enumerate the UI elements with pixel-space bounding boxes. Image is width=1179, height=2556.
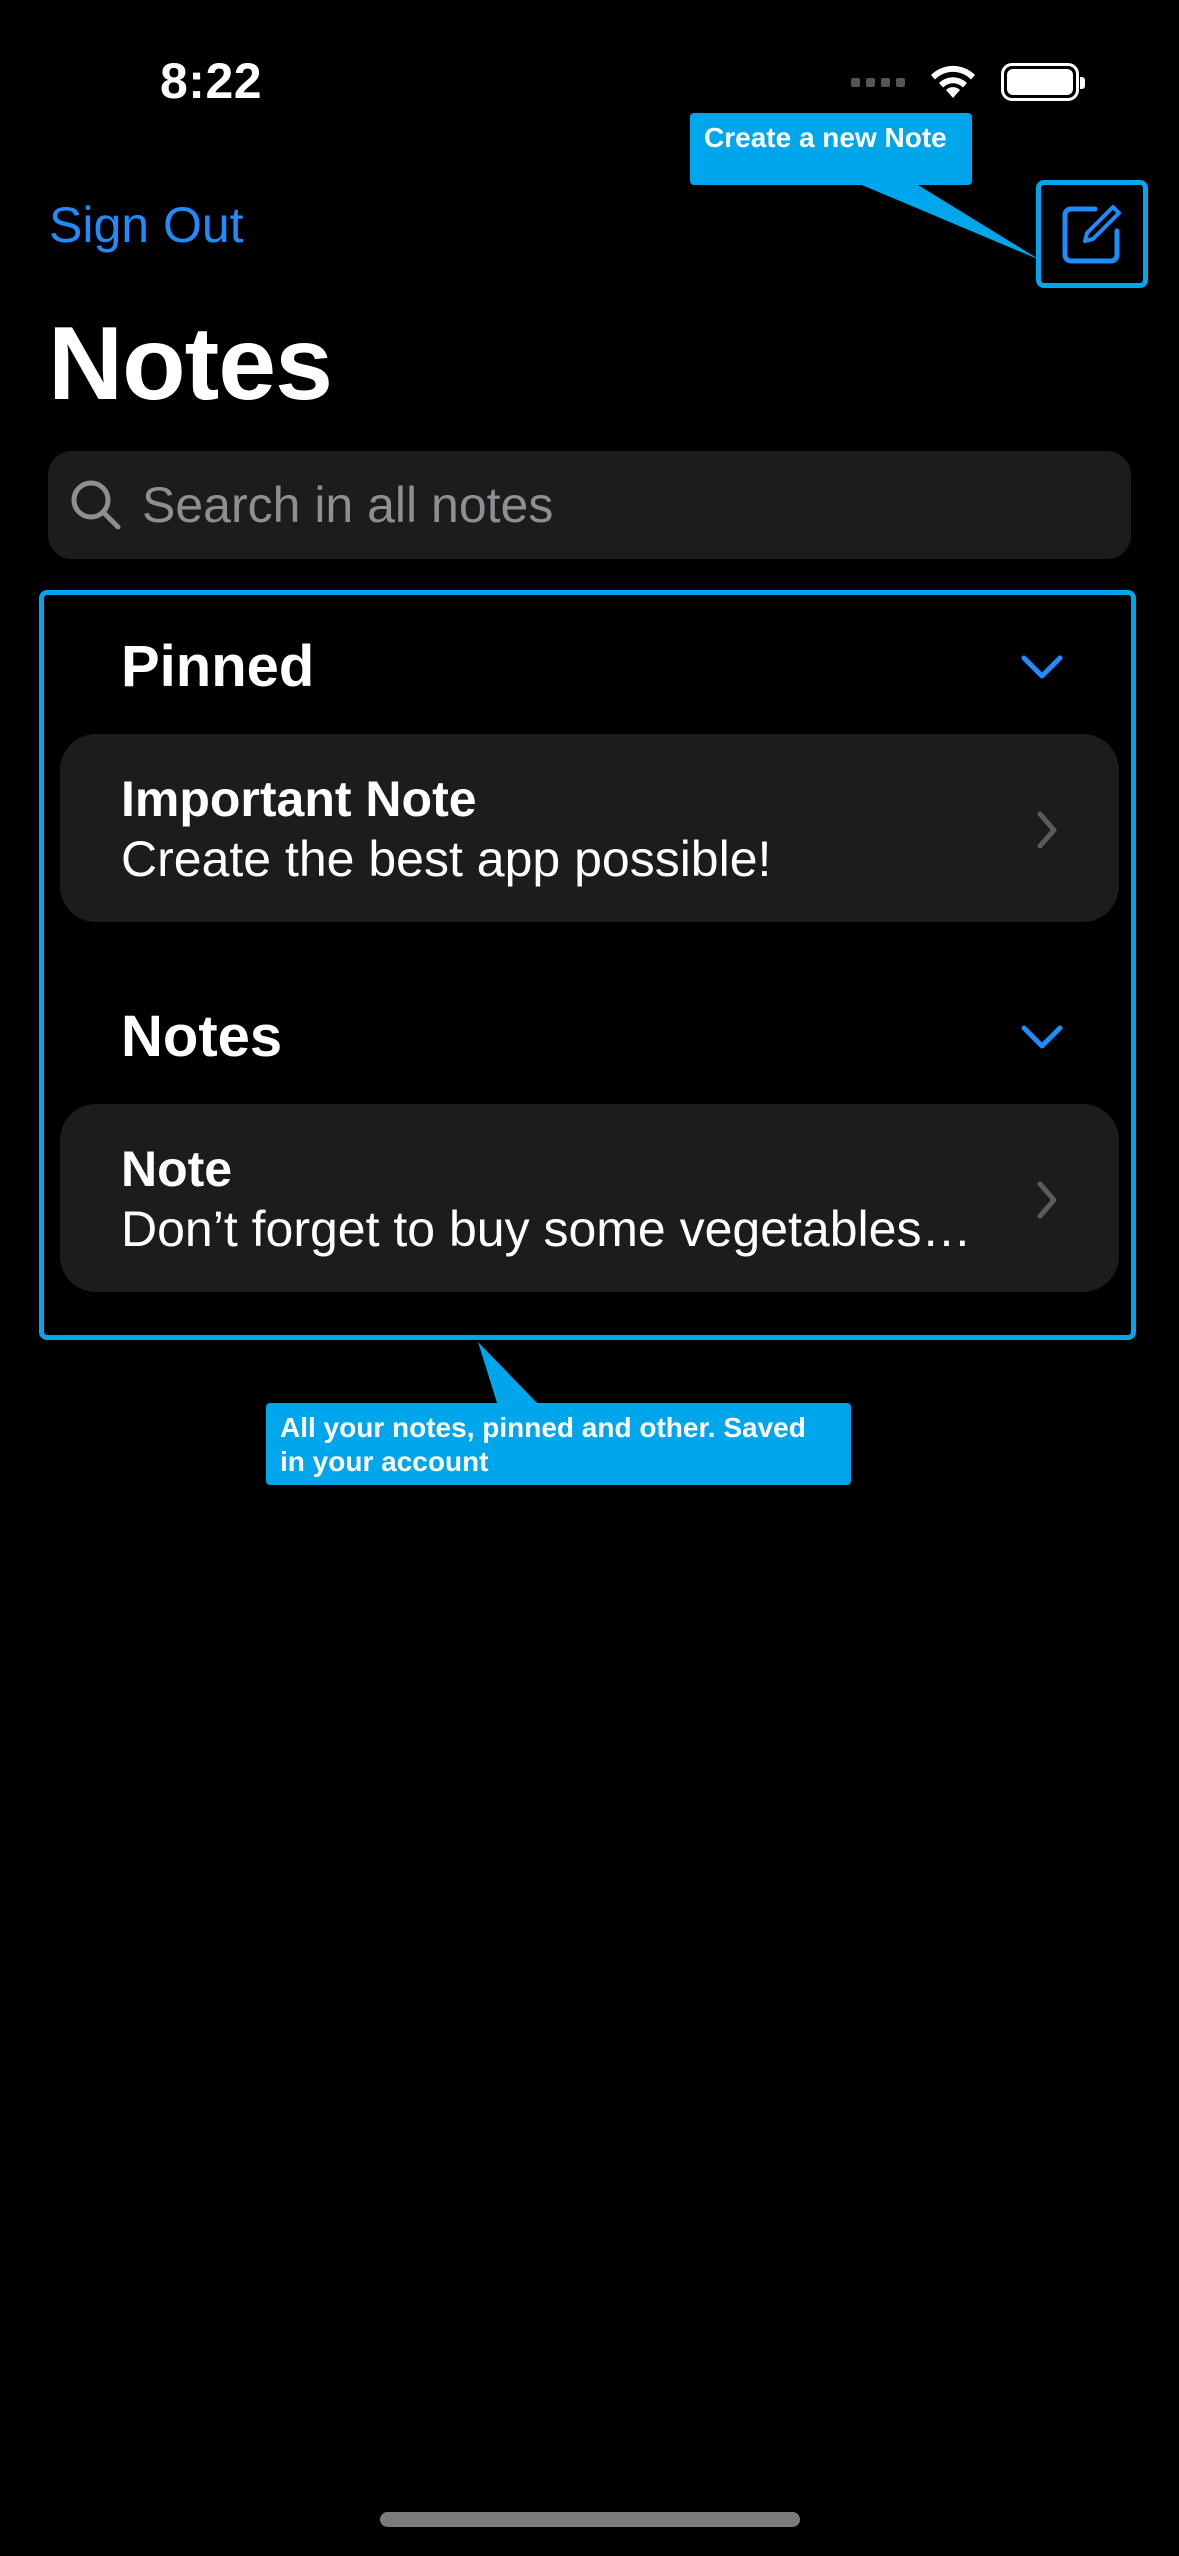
section-header-pinned: Pinned bbox=[121, 634, 315, 699]
notes-screen: 8:22 Sign Out Notes Search in all notes … bbox=[0, 0, 1179, 2556]
tooltip-create-note: Create a new Note bbox=[690, 113, 972, 185]
sign-out-button[interactable]: Sign Out bbox=[49, 196, 244, 254]
note-title: Important Note bbox=[121, 771, 477, 827]
note-row-important[interactable]: Important Note Create the best app possi… bbox=[60, 734, 1119, 922]
tooltip-notes-list: All your notes, pinned and other. Saved … bbox=[266, 1403, 851, 1485]
tooltip-arrow bbox=[850, 180, 1040, 260]
home-indicator[interactable] bbox=[380, 2512, 800, 2527]
search-bar[interactable] bbox=[48, 451, 1131, 559]
compose-note-button[interactable] bbox=[1036, 180, 1148, 288]
chevron-right-icon bbox=[1037, 1181, 1057, 1219]
wifi-icon bbox=[927, 62, 979, 102]
chevron-down-icon[interactable] bbox=[1018, 652, 1066, 682]
section-header-notes: Notes bbox=[121, 1004, 283, 1069]
cellular-signal-icon bbox=[851, 77, 905, 87]
tooltip-arrow bbox=[478, 1342, 540, 1406]
compose-icon bbox=[1062, 205, 1121, 264]
battery-icon bbox=[1001, 63, 1085, 101]
note-title: Note bbox=[121, 1141, 233, 1197]
search-icon bbox=[68, 477, 124, 533]
note-preview: Don’t forget to buy some vegetables… bbox=[121, 1201, 972, 1257]
note-row-note[interactable]: Note Don’t forget to buy some vegetables… bbox=[60, 1104, 1119, 1292]
chevron-down-icon[interactable] bbox=[1018, 1022, 1066, 1052]
note-preview: Create the best app possible! bbox=[121, 831, 772, 887]
search-input[interactable] bbox=[142, 476, 1042, 534]
status-indicators bbox=[851, 62, 1085, 102]
page-title: Notes bbox=[48, 306, 333, 422]
status-time: 8:22 bbox=[160, 53, 263, 109]
chevron-right-icon bbox=[1037, 811, 1057, 849]
